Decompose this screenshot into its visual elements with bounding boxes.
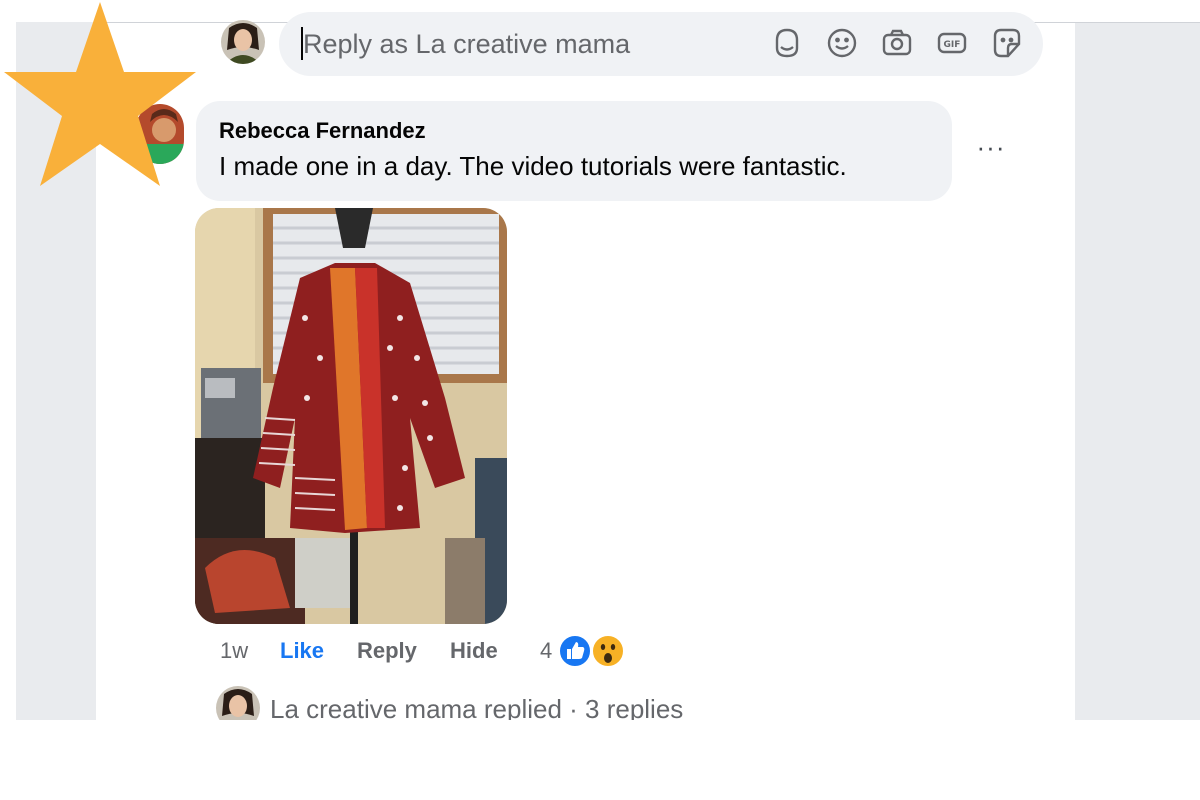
svg-text:GIF: GIF xyxy=(944,40,961,50)
comment-time[interactable]: 1w xyxy=(220,638,248,664)
like-button[interactable]: Like xyxy=(280,638,324,664)
like-reaction-icon[interactable] xyxy=(558,634,592,668)
bottom-margin xyxy=(0,720,1200,800)
reaction-count[interactable]: 4 xyxy=(540,638,552,664)
emoji-icon[interactable] xyxy=(825,26,859,60)
comment-photo[interactable] xyxy=(195,208,507,624)
wow-reaction-icon[interactable] xyxy=(591,634,625,668)
page-gutter-right xyxy=(1075,22,1200,720)
hide-button[interactable]: Hide xyxy=(450,638,498,664)
reply-placeholder: Reply as La creative mama xyxy=(303,29,631,59)
reply-button[interactable]: Reply xyxy=(357,638,417,664)
more-options-icon[interactable]: ··· xyxy=(974,134,1008,165)
avatar-sticker-icon[interactable] xyxy=(770,26,804,60)
gif-icon[interactable]: GIF xyxy=(935,26,969,60)
star-icon xyxy=(0,0,200,190)
comment-author[interactable]: Rebecca Fernandez xyxy=(219,118,426,144)
current-user-avatar[interactable] xyxy=(221,20,265,64)
comment-text: I made one in a day. The video tutorials… xyxy=(219,151,847,181)
sticker-icon[interactable] xyxy=(990,26,1024,60)
camera-icon[interactable] xyxy=(880,26,914,60)
